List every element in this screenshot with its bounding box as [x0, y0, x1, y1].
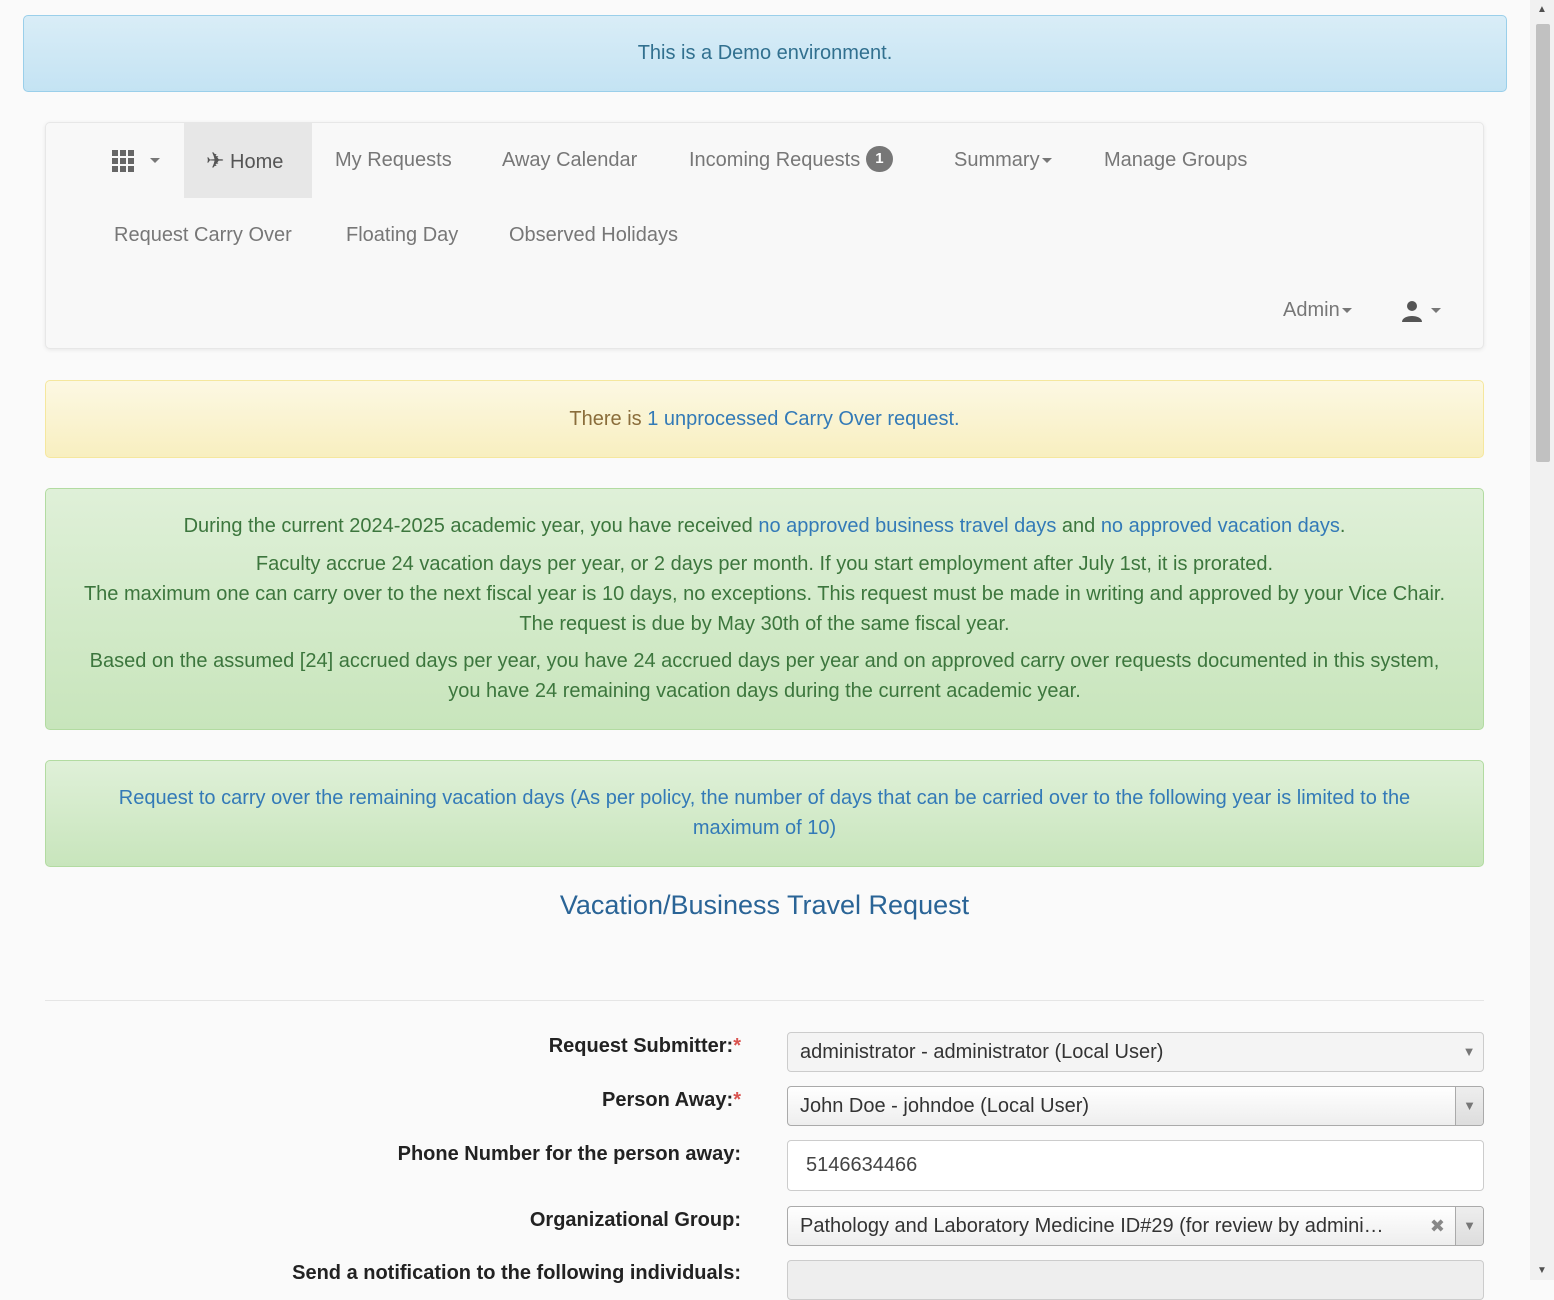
nav-incoming-requests-label: Incoming Requests: [689, 149, 861, 171]
scrollbar-thumb[interactable]: [1536, 24, 1550, 462]
chevron-down-icon: [1430, 308, 1441, 314]
dropdown-arrow-icon: ▼: [1462, 1044, 1476, 1059]
nav-summary-label: Summary: [954, 149, 1040, 171]
required-mark: *: [733, 1089, 741, 1111]
request-submitter-label-text: Request Submitter:: [548, 1035, 734, 1057]
warning-text: There is: [569, 408, 648, 430]
dropdown-arrow-icon[interactable]: ▼: [1455, 1087, 1483, 1125]
nav-manage-groups[interactable]: Manage Groups: [1104, 123, 1247, 198]
organizational-group-select[interactable]: Pathology and Laboratory Medicine ID#29 …: [787, 1206, 1484, 1246]
unprocessed-carry-over-link[interactable]: 1 unprocessed Carry Over request.: [647, 408, 959, 430]
vacation-days-link[interactable]: no approved vacation days: [1101, 515, 1340, 537]
person-away-select[interactable]: John Doe - johndoe (Local User) ▼: [787, 1086, 1484, 1126]
scroll-down-arrow-icon[interactable]: ▼: [1537, 1265, 1547, 1276]
chevron-down-icon: [149, 158, 160, 164]
nav-floating-day[interactable]: Floating Day: [346, 198, 458, 273]
nav-home-label: Home: [230, 151, 284, 173]
required-mark: *: [733, 1035, 741, 1057]
airplane-icon: ✈: [206, 148, 225, 173]
chevron-down-icon: [1341, 308, 1352, 314]
vertical-scrollbar[interactable]: ▲ ▼: [1530, 0, 1554, 1280]
scroll-up-arrow-icon[interactable]: ▲: [1537, 4, 1547, 15]
nav-observed-holidays[interactable]: Observed Holidays: [509, 198, 678, 273]
dropdown-arrow-icon[interactable]: ▼: [1455, 1207, 1483, 1245]
nav-my-requests[interactable]: My Requests: [335, 123, 452, 198]
carry-over-policy-text: The maximum one can carry over to the ne…: [83, 583, 1446, 635]
carry-over-warning-alert: There is 1 unprocessed Carry Over reques…: [45, 380, 1484, 458]
organizational-group-label: Organizational Group:: [529, 1209, 741, 1231]
notification-individuals-select[interactable]: [787, 1260, 1484, 1300]
chevron-down-icon: [1041, 158, 1052, 164]
request-submitter-label: Request Submitter:*: [549, 1035, 741, 1058]
notification-individuals-label: Send a notification to the following ind…: [292, 1262, 741, 1284]
phone-number-input[interactable]: 5146634466: [787, 1140, 1484, 1191]
nav-home[interactable]: ✈ Home: [184, 123, 312, 198]
demo-environment-banner: This is a Demo environment.: [23, 15, 1507, 92]
summary-line-1-text: During the current 2024-2025 academic ye…: [183, 515, 759, 537]
summary-line-1: During the current 2024-2025 academic ye…: [76, 511, 1453, 541]
request-carry-over-link[interactable]: Request to carry over the remaining vaca…: [119, 787, 1410, 839]
user-icon: [1402, 300, 1422, 322]
divider: [45, 1000, 1484, 1001]
carry-over-request-alert: Request to carry over the remaining vaca…: [45, 760, 1484, 867]
apps-menu-button[interactable]: [112, 123, 160, 198]
business-travel-days-link[interactable]: no approved business travel days: [758, 515, 1056, 537]
person-away-label: Person Away:*: [602, 1089, 741, 1112]
main-navbar: ✈ Home My Requests Away Calendar Incomin…: [45, 122, 1484, 349]
summary-line-1-and: and: [1056, 515, 1101, 537]
person-away-label-text: Person Away:: [602, 1089, 734, 1111]
accrual-policy-text: Faculty accrue 24 vacation days per year…: [255, 553, 1274, 575]
nav-incoming-requests[interactable]: Incoming Requests 1: [689, 123, 893, 198]
form-title: Vacation/Business Travel Request: [559, 890, 970, 920]
request-submitter-value: administrator - administrator (Local Use…: [800, 1041, 1164, 1063]
vacation-summary-alert: During the current 2024-2025 academic ye…: [45, 488, 1484, 730]
organizational-group-value: Pathology and Laboratory Medicine ID#29 …: [800, 1215, 1384, 1237]
clear-selection-icon[interactable]: ✖: [1430, 1207, 1445, 1245]
remaining-days-text: Based on the assumed [24] accrued days p…: [89, 650, 1440, 702]
user-menu-dropdown[interactable]: [1401, 273, 1441, 348]
nav-away-calendar[interactable]: Away Calendar: [502, 123, 637, 198]
summary-line-1-period: .: [1339, 515, 1346, 537]
nav-admin-label: Admin: [1283, 299, 1340, 321]
nav-admin-dropdown[interactable]: Admin: [1283, 273, 1352, 348]
grid-apps-icon: [112, 149, 134, 172]
nav-summary-dropdown[interactable]: Summary: [954, 123, 1052, 198]
phone-number-label: Phone Number for the person away:: [397, 1143, 741, 1165]
incoming-count-badge: 1: [866, 145, 893, 172]
request-submitter-select[interactable]: administrator - administrator (Local Use…: [787, 1032, 1484, 1072]
person-away-value: John Doe - johndoe (Local User): [800, 1095, 1090, 1117]
nav-request-carry-over[interactable]: Request Carry Over: [114, 198, 292, 273]
